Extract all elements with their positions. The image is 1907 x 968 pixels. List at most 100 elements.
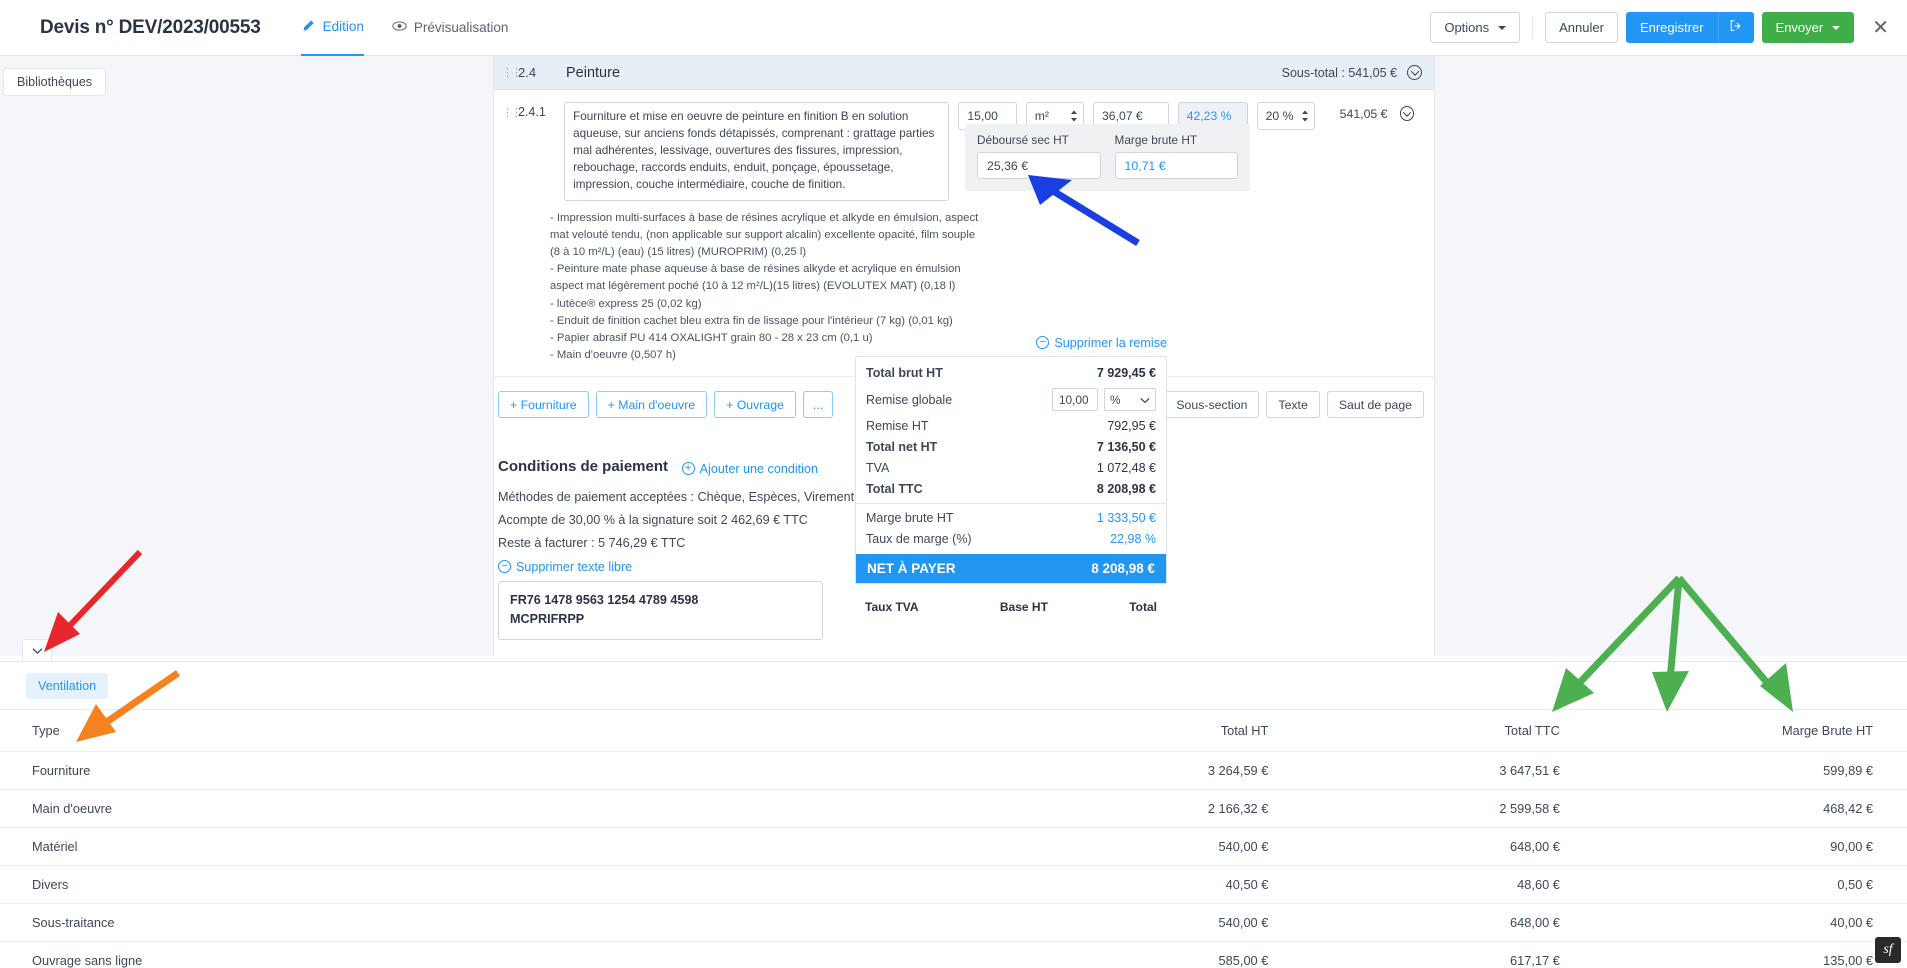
cell-type: Fourniture [0, 751, 1049, 790]
net-a-payer-row: NET À PAYER 8 208,98 € [856, 553, 1166, 583]
add-condition-label: Ajouter une condition [699, 461, 818, 476]
cell-marge: 40,00 € [1631, 903, 1907, 942]
table-row[interactable]: Main d'oeuvre 2 166,32 € 2 599,58 € 468,… [0, 789, 1907, 828]
plus-circle-icon: + [681, 462, 695, 476]
total-net-ht-row: Total net HT 7 136,50 € [856, 438, 1166, 456]
libraries-tab[interactable]: Bibliothèques [3, 68, 107, 96]
marge-brute-label: Marge brute HT [866, 510, 954, 525]
col-total-ht: Total HT [1220, 723, 1269, 738]
drag-handle-icon[interactable]: ⋮⋮ [502, 66, 522, 79]
send-label: Envoyer [1775, 20, 1824, 35]
gross-margin-label: Marge brute HT [1114, 133, 1198, 147]
options-button[interactable]: Options [1430, 12, 1521, 43]
discount-input[interactable]: 10,00 [1052, 388, 1098, 411]
panel-collapse-toggle[interactable] [22, 639, 52, 661]
table-row[interactable]: Ouvrage sans ligne 585,00 € 617,17 € 135… [0, 941, 1907, 968]
cancel-button[interactable]: Annuler [1545, 12, 1618, 43]
add-main-doeuvre-button[interactable]: + Main d'oeuvre [595, 391, 708, 419]
vat-value: 20 % [1265, 109, 1294, 123]
document-tabs: Edition Prévisualisation [300, 0, 508, 56]
tab-edition[interactable]: Edition [300, 0, 364, 56]
total-ttc-row: Total TTC 8 208,98 € [856, 480, 1166, 498]
table-row[interactable]: Fourniture 3 264,59 € 3 647,51 € 599,89 … [0, 751, 1907, 790]
line-item-description[interactable]: Fourniture et mise en oeuvre de peinture… [564, 102, 950, 201]
cell-total-ht: 3 264,59 € [1048, 751, 1341, 790]
add-texte-button[interactable]: Texte [1266, 391, 1320, 419]
remise-globale-label: Remise globale [866, 392, 953, 407]
table-row[interactable]: Divers 40,50 € 48,60 € 0,50 € [0, 865, 1907, 904]
add-condition-link[interactable]: + Ajouter une condition [681, 461, 818, 476]
watermark-badge: sf [1875, 937, 1901, 963]
add-saut-de-page-button[interactable]: Saut de page [1326, 391, 1424, 419]
cancel-label: Annuler [1559, 20, 1604, 35]
marge-brute-row: Marge brute HT 1 333,50 € [856, 509, 1166, 527]
total-net-ht-value: 7 136,50 € [1096, 439, 1156, 454]
col-type: Type [32, 723, 60, 738]
section-subtotal: Sous-total : 541,05 € [1282, 66, 1407, 80]
remise-globale-row: Remise globale 10,00 % [856, 386, 1166, 414]
gross-margin-value[interactable]: 10,71 € [1114, 152, 1238, 179]
cell-total-ttc: 3 647,51 € [1340, 751, 1632, 790]
chevron-circle-down-icon[interactable] [1407, 65, 1422, 80]
page-title: Devis n° DEV/2023/00553 [40, 16, 261, 38]
table-header-row: Type Total HT Total TTC Marge Brute HT [0, 710, 1907, 752]
save-label: Enregistrer [1639, 20, 1704, 35]
ventilation-panel: Ventilation Type Total HT Total TTC Marg… [0, 661, 1907, 968]
discount-unit-select[interactable]: % [1104, 388, 1156, 411]
add-sous-section-button[interactable]: Sous-section [1164, 391, 1260, 419]
component-line: - Peinture mate phase aqueuse à base de … [550, 263, 961, 293]
top-toolbar: Devis n° DEV/2023/00553 Edition Prévisua… [0, 0, 1907, 56]
chevron-circle-down-icon[interactable] [1399, 106, 1415, 121]
disbursement-input[interactable]: 25,36 € [977, 152, 1101, 179]
remove-discount-link[interactable]: − Supprimer la remise [1036, 336, 1167, 350]
save-button[interactable]: Enregistrer [1625, 12, 1718, 43]
left-panel: Bibliothèques [0, 56, 494, 656]
tva-col-base: Base HT [999, 599, 1048, 614]
cell-total-ht: 585,00 € [1048, 941, 1341, 968]
cost-breakdown-popover: Déboursé sec HT 25,36 € Marge brute HT 1… [965, 124, 1250, 191]
right-panel [1434, 56, 1907, 656]
add-more-button[interactable]: ... [802, 391, 834, 419]
add-fourniture-button[interactable]: + Fourniture [498, 391, 589, 419]
chevron-down-icon [1832, 25, 1841, 30]
tva-col-rate: Taux TVA [865, 599, 919, 614]
totals-card: Total brut HT 7 929,45 € Remise globale … [855, 355, 1167, 584]
stepper-icon [1070, 110, 1078, 122]
toolbar-divider [1532, 15, 1534, 40]
tab-ventilation[interactable]: Ventilation [26, 672, 109, 699]
table-row[interactable]: Sous-traitance 540,00 € 648,00 € 40,00 € [0, 903, 1907, 942]
pencil-icon [301, 19, 316, 34]
net-a-payer-value: 8 208,98 € [1091, 560, 1155, 576]
minus-circle-icon: − [498, 560, 511, 574]
bank-details-box[interactable]: FR76 1478 9563 1254 4789 4598 MCPRIFRPP [498, 580, 823, 640]
totals-panel: − Supprimer la remise Total brut HT 7 92… [855, 333, 1167, 614]
send-button[interactable]: Envoyer [1761, 12, 1855, 43]
section-subtotal-value: 541,05 € [1348, 65, 1397, 80]
section-number: 2.4 [518, 65, 537, 80]
col-total-ttc: Total TTC [1504, 723, 1560, 738]
drag-handle-icon[interactable]: ⋮⋮ [502, 102, 522, 201]
cell-total-ht: 540,00 € [1048, 827, 1341, 866]
component-line: - Enduit de finition cachet bleu extra f… [550, 314, 953, 327]
taux-marge-value: 22,98 % [1110, 531, 1156, 546]
vat-select[interactable]: 20 % [1256, 102, 1315, 130]
cell-total-ht: 2 166,32 € [1048, 789, 1341, 828]
options-label: Options [1444, 20, 1490, 35]
remove-free-text-link[interactable]: − Supprimer texte libre [498, 560, 632, 574]
total-ttc-label: Total TTC [866, 481, 923, 496]
save-and-exit-button[interactable] [1717, 12, 1754, 43]
cell-total-ttc: 2 599,58 € [1340, 789, 1632, 828]
stepper-icon [1301, 110, 1309, 122]
eye-icon [392, 20, 407, 35]
table-row[interactable]: Matériel 540,00 € 648,00 € 90,00 € [0, 827, 1907, 866]
total-brut-ht-value: 7 929,45 € [1096, 365, 1156, 380]
remove-discount-label: Supprimer la remise [1054, 335, 1167, 350]
close-icon[interactable]: ✕ [1872, 18, 1889, 38]
add-ouvrage-button[interactable]: + Ouvrage [714, 391, 796, 419]
application-window: Devis n° DEV/2023/00553 Edition Prévisua… [0, 0, 1907, 968]
section-header-2-4[interactable]: ⋮⋮ 2.4 Peinture Sous-total : 541,05 € [494, 56, 1434, 90]
tab-previsualisation[interactable]: Prévisualisation [392, 0, 508, 56]
minus-circle-icon: − [1036, 336, 1050, 349]
component-line: - Impression multi-surfaces à base de ré… [550, 211, 979, 259]
net-a-payer-label: NET À PAYER [867, 560, 956, 576]
